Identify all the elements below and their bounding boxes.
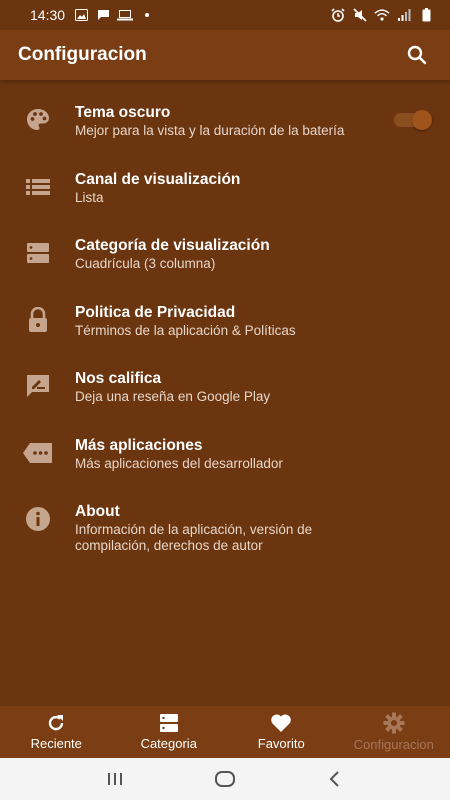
image-icon bbox=[73, 8, 89, 22]
setting-subtitle: Deja una reseña en Google Play bbox=[75, 389, 271, 404]
setting-subtitle: Información de la aplicación, versión de bbox=[75, 522, 313, 537]
info-icon bbox=[22, 503, 54, 535]
message-icon bbox=[95, 8, 111, 22]
home-icon bbox=[215, 771, 235, 787]
category-icon bbox=[159, 714, 178, 732]
nav-label: Favorito bbox=[257, 736, 305, 751]
setting-channel-display[interactable]: Canal de visualización Lista bbox=[0, 153, 450, 220]
search-button[interactable] bbox=[402, 40, 432, 70]
setting-subtitle: Más aplicaciones del desarrollador bbox=[75, 455, 283, 471]
palette-icon bbox=[22, 104, 54, 136]
setting-privacy-policy[interactable]: Politica de Privacidad Términos de la ap… bbox=[0, 286, 450, 353]
system-navigation-bar bbox=[0, 758, 450, 800]
list-icon bbox=[22, 171, 54, 203]
page-title: Configuracion bbox=[18, 44, 147, 65]
alarm-icon bbox=[330, 8, 346, 22]
nav-label: Configuracion bbox=[353, 737, 434, 752]
nav-label: Categoria bbox=[140, 736, 197, 751]
status-left-icons bbox=[73, 8, 155, 22]
dot-icon bbox=[139, 8, 155, 22]
dark-theme-toggle[interactable] bbox=[394, 110, 432, 130]
rate-review-icon bbox=[22, 370, 54, 402]
setting-title: Más aplicaciones bbox=[75, 436, 203, 454]
status-bar: 14:30 bbox=[0, 0, 450, 30]
bottom-navigation: Reciente Categoria Favorito Configuracio… bbox=[0, 706, 450, 758]
status-right-icons bbox=[330, 8, 434, 22]
status-time: 14:30 bbox=[30, 7, 66, 23]
setting-title: Politica de Privacidad bbox=[75, 303, 236, 321]
lock-icon bbox=[22, 304, 54, 336]
recents-button[interactable] bbox=[95, 764, 135, 794]
setting-dark-theme[interactable]: Tema oscuro Mejor para la vista y la dur… bbox=[0, 86, 450, 153]
wifi-icon bbox=[374, 8, 390, 22]
nav-label: Reciente bbox=[30, 736, 82, 751]
nav-item-settings[interactable]: Configuracion bbox=[338, 706, 450, 758]
laptop-icon bbox=[117, 8, 134, 22]
setting-more-apps[interactable]: Más aplicaciones Más aplicaciones del de… bbox=[0, 419, 450, 486]
more-apps-icon bbox=[22, 437, 54, 469]
nav-item-category[interactable]: Categoria bbox=[113, 706, 226, 758]
back-icon bbox=[329, 771, 339, 787]
search-icon bbox=[407, 45, 427, 65]
mute-icon bbox=[352, 8, 368, 22]
setting-subtitle: Lista bbox=[75, 189, 104, 205]
nav-item-favorite[interactable]: Favorito bbox=[225, 706, 338, 758]
settings-list: Tema oscuro Mejor para la vista y la dur… bbox=[0, 86, 450, 567]
setting-title: About bbox=[75, 503, 120, 520]
setting-title: Tema oscuro bbox=[75, 104, 171, 121]
app-bar: Configuracion bbox=[0, 30, 450, 80]
setting-subtitle: Mejor para la vista y la duración de la … bbox=[75, 123, 345, 138]
setting-rate-us[interactable]: Nos califica Deja una reseña en Google P… bbox=[0, 352, 450, 419]
setting-about[interactable]: About Información de la aplicación, vers… bbox=[0, 485, 450, 567]
setting-subtitle: compilación, derechos de autor bbox=[75, 538, 263, 553]
setting-subtitle: Términos de la aplicación & Políticas bbox=[75, 322, 296, 338]
setting-title: Canal de visualización bbox=[75, 170, 241, 188]
heart-icon bbox=[271, 714, 292, 732]
grid-icon bbox=[22, 237, 54, 269]
toggle-knob bbox=[412, 110, 432, 130]
setting-title: Nos califica bbox=[75, 370, 162, 387]
home-button[interactable] bbox=[205, 764, 245, 794]
settings-icon bbox=[383, 712, 405, 734]
nav-item-recent[interactable]: Reciente bbox=[0, 706, 113, 758]
back-button[interactable] bbox=[315, 764, 355, 794]
setting-subtitle: Cuadrícula (3 columna) bbox=[75, 256, 216, 271]
refresh-icon bbox=[49, 715, 64, 731]
recents-icon bbox=[108, 773, 122, 785]
setting-title: Categoría de visualización bbox=[75, 237, 270, 254]
battery-icon bbox=[418, 8, 434, 22]
signal-icon bbox=[396, 8, 412, 22]
setting-category-display[interactable]: Categoría de visualización Cuadrícula (3… bbox=[0, 219, 450, 286]
